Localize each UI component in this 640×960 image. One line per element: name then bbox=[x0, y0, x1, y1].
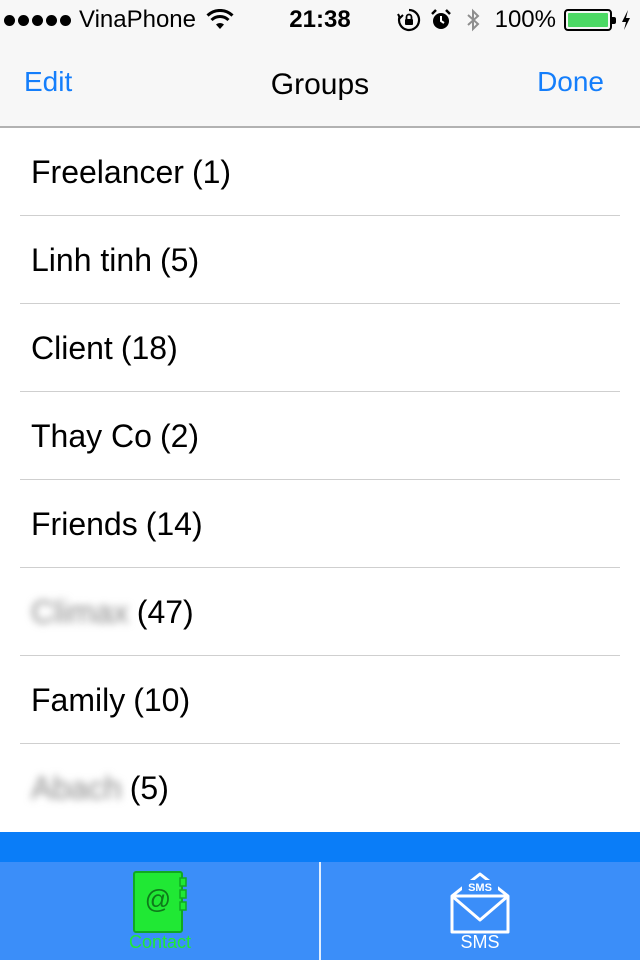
group-label: Climax (47) bbox=[31, 594, 194, 631]
group-label: Family (10) bbox=[31, 682, 190, 719]
bluetooth-icon bbox=[466, 8, 480, 32]
group-name: Climax bbox=[31, 594, 129, 630]
envelope-icon-text: SMS bbox=[468, 882, 492, 894]
group-name: Abach bbox=[31, 770, 122, 806]
charging-icon bbox=[622, 10, 630, 30]
blue-strip bbox=[0, 832, 640, 862]
group-count: (1) bbox=[191, 154, 232, 190]
group-name: Friends bbox=[31, 506, 138, 542]
group-name: Family bbox=[31, 682, 126, 718]
group-name: Linh tinh bbox=[31, 242, 152, 278]
tab-sms-label: SMS bbox=[460, 932, 500, 952]
done-button[interactable]: Done bbox=[537, 66, 604, 98]
group-list: Freelancer (1) Linh tinh (5) Client (18) Thay … bbox=[0, 128, 640, 832]
group-label: Client (18) bbox=[31, 330, 178, 367]
group-row[interactable]: Thay Co (2) bbox=[0, 392, 640, 480]
group-name: Freelancer bbox=[31, 154, 184, 190]
group-label: Friends (14) bbox=[31, 506, 203, 543]
group-row[interactable]: Family (10) bbox=[0, 656, 640, 744]
battery-icon bbox=[564, 9, 616, 31]
tab-sms[interactable]: SMS SMS bbox=[320, 862, 640, 960]
group-label: Abach (5) bbox=[31, 770, 169, 807]
group-count: (5) bbox=[129, 770, 169, 806]
group-count: (5) bbox=[159, 242, 200, 278]
alarm-icon bbox=[430, 9, 451, 29]
group-count: (10) bbox=[133, 682, 191, 718]
envelope-icon: SMS bbox=[450, 872, 510, 934]
svg-text:@: @ bbox=[145, 884, 171, 914]
group-row[interactable]: Friends (14) bbox=[0, 480, 640, 568]
battery-percent: 100% bbox=[494, 6, 556, 33]
battery-fill bbox=[568, 13, 608, 27]
group-label: Freelancer (1) bbox=[31, 154, 231, 191]
group-count: (18) bbox=[120, 330, 178, 366]
group-name: Client bbox=[31, 330, 113, 366]
contact-book-icon: @ bbox=[133, 871, 187, 933]
group-count: (14) bbox=[145, 506, 203, 542]
group-row[interactable]: Abach (5) bbox=[0, 744, 640, 832]
status-right: 100% bbox=[396, 6, 632, 34]
group-count: (47) bbox=[136, 594, 194, 630]
orientation-lock-icon bbox=[396, 8, 420, 32]
group-row[interactable]: Climax (47) bbox=[0, 568, 640, 656]
tab-contact[interactable]: @ Contact bbox=[0, 862, 320, 960]
group-label: Linh tinh (5) bbox=[31, 242, 199, 279]
group-label: Thay Co (2) bbox=[31, 418, 199, 455]
group-row[interactable]: Freelancer (1) bbox=[0, 128, 640, 216]
tab-bar: @ Contact SMS SMS bbox=[0, 862, 640, 960]
group-name: Thay Co bbox=[31, 418, 152, 454]
group-count: (2) bbox=[159, 418, 200, 454]
group-row[interactable]: Linh tinh (5) bbox=[0, 216, 640, 304]
status-bar: VinaPhone 21:38 100% bbox=[0, 0, 640, 40]
nav-bar: Edit Groups Done bbox=[0, 40, 640, 128]
group-row[interactable]: Client (18) bbox=[0, 304, 640, 392]
tab-contact-label: Contact bbox=[128, 932, 192, 952]
